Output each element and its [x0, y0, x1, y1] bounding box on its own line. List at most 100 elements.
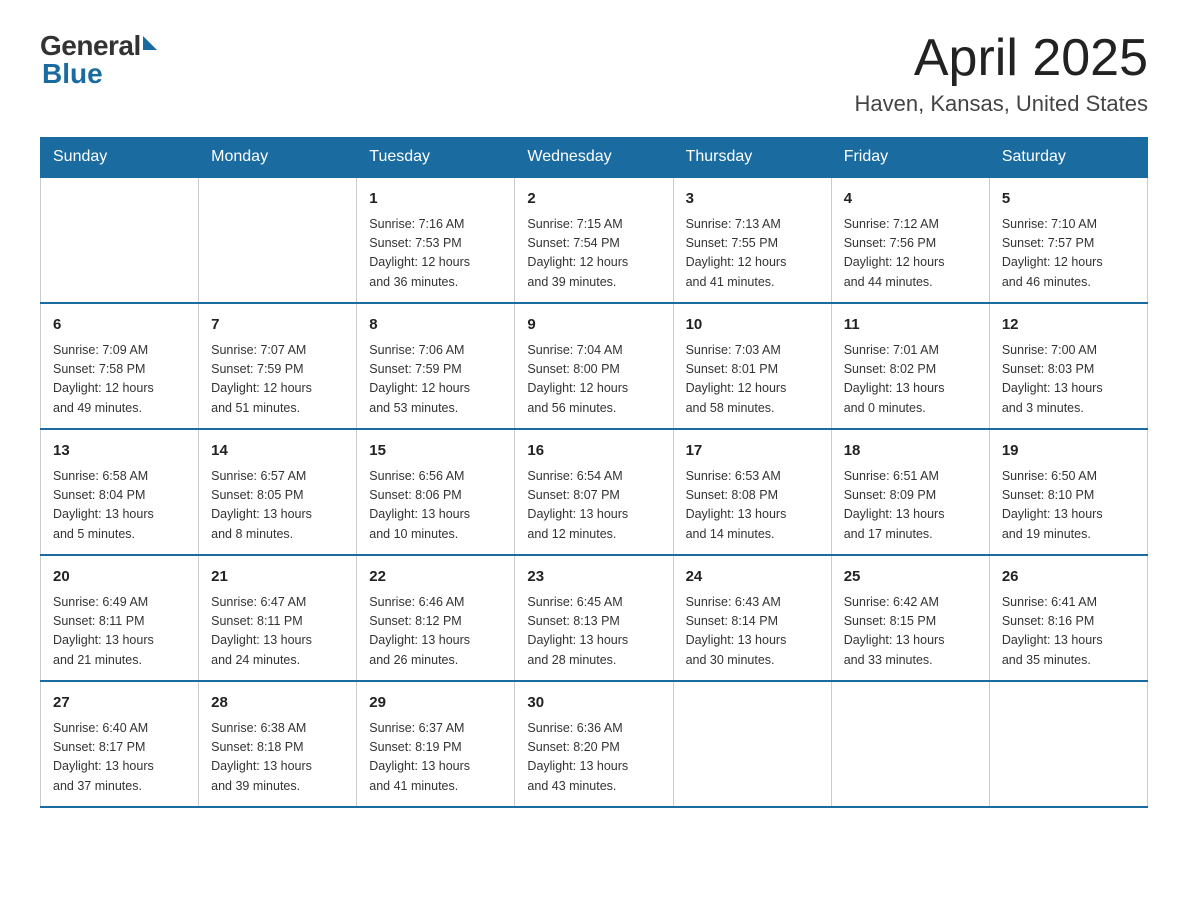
- calendar-cell: 1 Sunrise: 7:16 AM Sunset: 7:53 PM Daylig…: [357, 177, 515, 303]
- calendar-title: April 2025: [855, 30, 1149, 87]
- day-number: 6: [53, 314, 186, 337]
- calendar-cell: 20 Sunrise: 6:49 AM Sunset: 8:11 PM Dayli…: [41, 555, 199, 681]
- sun-info: Sunrise: 6:45 AM Sunset: 8:13 PM Dayligh…: [527, 593, 660, 671]
- calendar-header-row: SundayMondayTuesdayWednesdayThursdayFrid…: [41, 138, 1148, 178]
- calendar-cell: 8 Sunrise: 7:06 AM Sunset: 7:59 PM Daylig…: [357, 303, 515, 429]
- calendar-cell: 11Sunrise: 7:01 AM Sunset: 8:02 PM Dayli…: [831, 303, 989, 429]
- calendar-cell: 18Sunrise: 6:51 AM Sunset: 8:09 PM Dayli…: [831, 429, 989, 555]
- calendar-cell: [199, 177, 357, 303]
- calendar-cell: [41, 177, 199, 303]
- logo-blue-text: Blue: [40, 58, 103, 90]
- page-header: General Blue April 2025 Haven, Kansas, U…: [40, 30, 1148, 117]
- sun-info: Sunrise: 7:01 AM Sunset: 8:02 PM Dayligh…: [844, 341, 977, 419]
- sun-info: Sunrise: 7:04 AM Sunset: 8:00 PM Dayligh…: [527, 341, 660, 419]
- calendar-cell: [831, 681, 989, 807]
- sun-info: Sunrise: 6:47 AM Sunset: 8:11 PM Dayligh…: [211, 593, 344, 671]
- day-number: 26: [1002, 566, 1135, 589]
- calendar-cell: 12Sunrise: 7:00 AM Sunset: 8:03 PM Dayli…: [989, 303, 1147, 429]
- calendar-cell: 14 Sunrise: 6:57 AM Sunset: 8:05 PM Dayli…: [199, 429, 357, 555]
- header-wednesday: Wednesday: [515, 138, 673, 178]
- day-number: 3: [686, 188, 819, 211]
- day-number: 10: [686, 314, 819, 337]
- day-number: 14: [211, 440, 344, 463]
- day-number: 13: [53, 440, 186, 463]
- calendar-cell: 30Sunrise: 6:36 AM Sunset: 8:20 PM Dayli…: [515, 681, 673, 807]
- calendar-cell: 28 Sunrise: 6:38 AM Sunset: 8:18 PM Dayli…: [199, 681, 357, 807]
- calendar-location: Haven, Kansas, United States: [855, 91, 1149, 117]
- calendar-cell: 24 Sunrise: 6:43 AM Sunset: 8:14 PM Dayli…: [673, 555, 831, 681]
- sun-info: Sunrise: 6:50 AM Sunset: 8:10 PM Dayligh…: [1002, 467, 1135, 545]
- sun-info: Sunrise: 6:58 AM Sunset: 8:04 PM Dayligh…: [53, 467, 186, 545]
- sun-info: Sunrise: 6:56 AM Sunset: 8:06 PM Dayligh…: [369, 467, 502, 545]
- day-number: 5: [1002, 188, 1135, 211]
- sun-info: Sunrise: 7:09 AM Sunset: 7:58 PM Dayligh…: [53, 341, 186, 419]
- sun-info: Sunrise: 7:15 AM Sunset: 7:54 PM Dayligh…: [527, 215, 660, 293]
- day-number: 28: [211, 692, 344, 715]
- day-number: 22: [369, 566, 502, 589]
- calendar-cell: 26 Sunrise: 6:41 AM Sunset: 8:16 PM Dayli…: [989, 555, 1147, 681]
- week-row-2: 6 Sunrise: 7:09 AM Sunset: 7:58 PM Daylig…: [41, 303, 1148, 429]
- calendar-cell: 13 Sunrise: 6:58 AM Sunset: 8:04 PM Dayli…: [41, 429, 199, 555]
- sun-info: Sunrise: 6:54 AM Sunset: 8:07 PM Dayligh…: [527, 467, 660, 545]
- calendar-cell: 15 Sunrise: 6:56 AM Sunset: 8:06 PM Dayli…: [357, 429, 515, 555]
- sun-info: Sunrise: 7:12 AM Sunset: 7:56 PM Dayligh…: [844, 215, 977, 293]
- sun-info: Sunrise: 6:40 AM Sunset: 8:17 PM Dayligh…: [53, 719, 186, 797]
- calendar-cell: 19 Sunrise: 6:50 AM Sunset: 8:10 PM Dayli…: [989, 429, 1147, 555]
- header-saturday: Saturday: [989, 138, 1147, 178]
- calendar-cell: 25Sunrise: 6:42 AM Sunset: 8:15 PM Dayli…: [831, 555, 989, 681]
- calendar-cell: 17Sunrise: 6:53 AM Sunset: 8:08 PM Dayli…: [673, 429, 831, 555]
- sun-info: Sunrise: 6:51 AM Sunset: 8:09 PM Dayligh…: [844, 467, 977, 545]
- calendar-cell: 29 Sunrise: 6:37 AM Sunset: 8:19 PM Dayli…: [357, 681, 515, 807]
- sun-info: Sunrise: 6:43 AM Sunset: 8:14 PM Dayligh…: [686, 593, 819, 671]
- sun-info: Sunrise: 7:16 AM Sunset: 7:53 PM Dayligh…: [369, 215, 502, 293]
- header-monday: Monday: [199, 138, 357, 178]
- day-number: 4: [844, 188, 977, 211]
- week-row-4: 20 Sunrise: 6:49 AM Sunset: 8:11 PM Dayli…: [41, 555, 1148, 681]
- day-number: 7: [211, 314, 344, 337]
- day-number: 8: [369, 314, 502, 337]
- sun-info: Sunrise: 6:38 AM Sunset: 8:18 PM Dayligh…: [211, 719, 344, 797]
- day-number: 23: [527, 566, 660, 589]
- day-number: 27: [53, 692, 186, 715]
- day-number: 9: [527, 314, 660, 337]
- calendar-cell: [673, 681, 831, 807]
- sun-info: Sunrise: 6:49 AM Sunset: 8:11 PM Dayligh…: [53, 593, 186, 671]
- calendar-cell: [989, 681, 1147, 807]
- day-number: 20: [53, 566, 186, 589]
- calendar-cell: 27 Sunrise: 6:40 AM Sunset: 8:17 PM Dayli…: [41, 681, 199, 807]
- calendar-cell: 10 Sunrise: 7:03 AM Sunset: 8:01 PM Dayli…: [673, 303, 831, 429]
- day-number: 25: [844, 566, 977, 589]
- calendar-cell: 2 Sunrise: 7:15 AM Sunset: 7:54 PM Daylig…: [515, 177, 673, 303]
- day-number: 12: [1002, 314, 1135, 337]
- day-number: 24: [686, 566, 819, 589]
- header-friday: Friday: [831, 138, 989, 178]
- calendar-cell: 21Sunrise: 6:47 AM Sunset: 8:11 PM Dayli…: [199, 555, 357, 681]
- day-number: 19: [1002, 440, 1135, 463]
- sun-info: Sunrise: 6:46 AM Sunset: 8:12 PM Dayligh…: [369, 593, 502, 671]
- title-block: April 2025 Haven, Kansas, United States: [855, 30, 1149, 117]
- calendar-cell: 16 Sunrise: 6:54 AM Sunset: 8:07 PM Dayli…: [515, 429, 673, 555]
- calendar-cell: 7 Sunrise: 7:07 AM Sunset: 7:59 PM Daylig…: [199, 303, 357, 429]
- day-number: 15: [369, 440, 502, 463]
- calendar-cell: 23 Sunrise: 6:45 AM Sunset: 8:13 PM Dayli…: [515, 555, 673, 681]
- day-number: 16: [527, 440, 660, 463]
- sun-info: Sunrise: 6:37 AM Sunset: 8:19 PM Dayligh…: [369, 719, 502, 797]
- sun-info: Sunrise: 6:53 AM Sunset: 8:08 PM Dayligh…: [686, 467, 819, 545]
- calendar-cell: 3Sunrise: 7:13 AM Sunset: 7:55 PM Daylig…: [673, 177, 831, 303]
- header-tuesday: Tuesday: [357, 138, 515, 178]
- week-row-3: 13 Sunrise: 6:58 AM Sunset: 8:04 PM Dayli…: [41, 429, 1148, 555]
- sun-info: Sunrise: 7:03 AM Sunset: 8:01 PM Dayligh…: [686, 341, 819, 419]
- sun-info: Sunrise: 7:07 AM Sunset: 7:59 PM Dayligh…: [211, 341, 344, 419]
- calendar-cell: 5Sunrise: 7:10 AM Sunset: 7:57 PM Daylig…: [989, 177, 1147, 303]
- calendar-cell: 22 Sunrise: 6:46 AM Sunset: 8:12 PM Dayli…: [357, 555, 515, 681]
- sun-info: Sunrise: 7:06 AM Sunset: 7:59 PM Dayligh…: [369, 341, 502, 419]
- header-thursday: Thursday: [673, 138, 831, 178]
- sun-info: Sunrise: 6:41 AM Sunset: 8:16 PM Dayligh…: [1002, 593, 1135, 671]
- sun-info: Sunrise: 6:57 AM Sunset: 8:05 PM Dayligh…: [211, 467, 344, 545]
- calendar-table: SundayMondayTuesdayWednesdayThursdayFrid…: [40, 137, 1148, 808]
- day-number: 1: [369, 188, 502, 211]
- header-sunday: Sunday: [41, 138, 199, 178]
- day-number: 29: [369, 692, 502, 715]
- day-number: 2: [527, 188, 660, 211]
- calendar-cell: 9 Sunrise: 7:04 AM Sunset: 8:00 PM Daylig…: [515, 303, 673, 429]
